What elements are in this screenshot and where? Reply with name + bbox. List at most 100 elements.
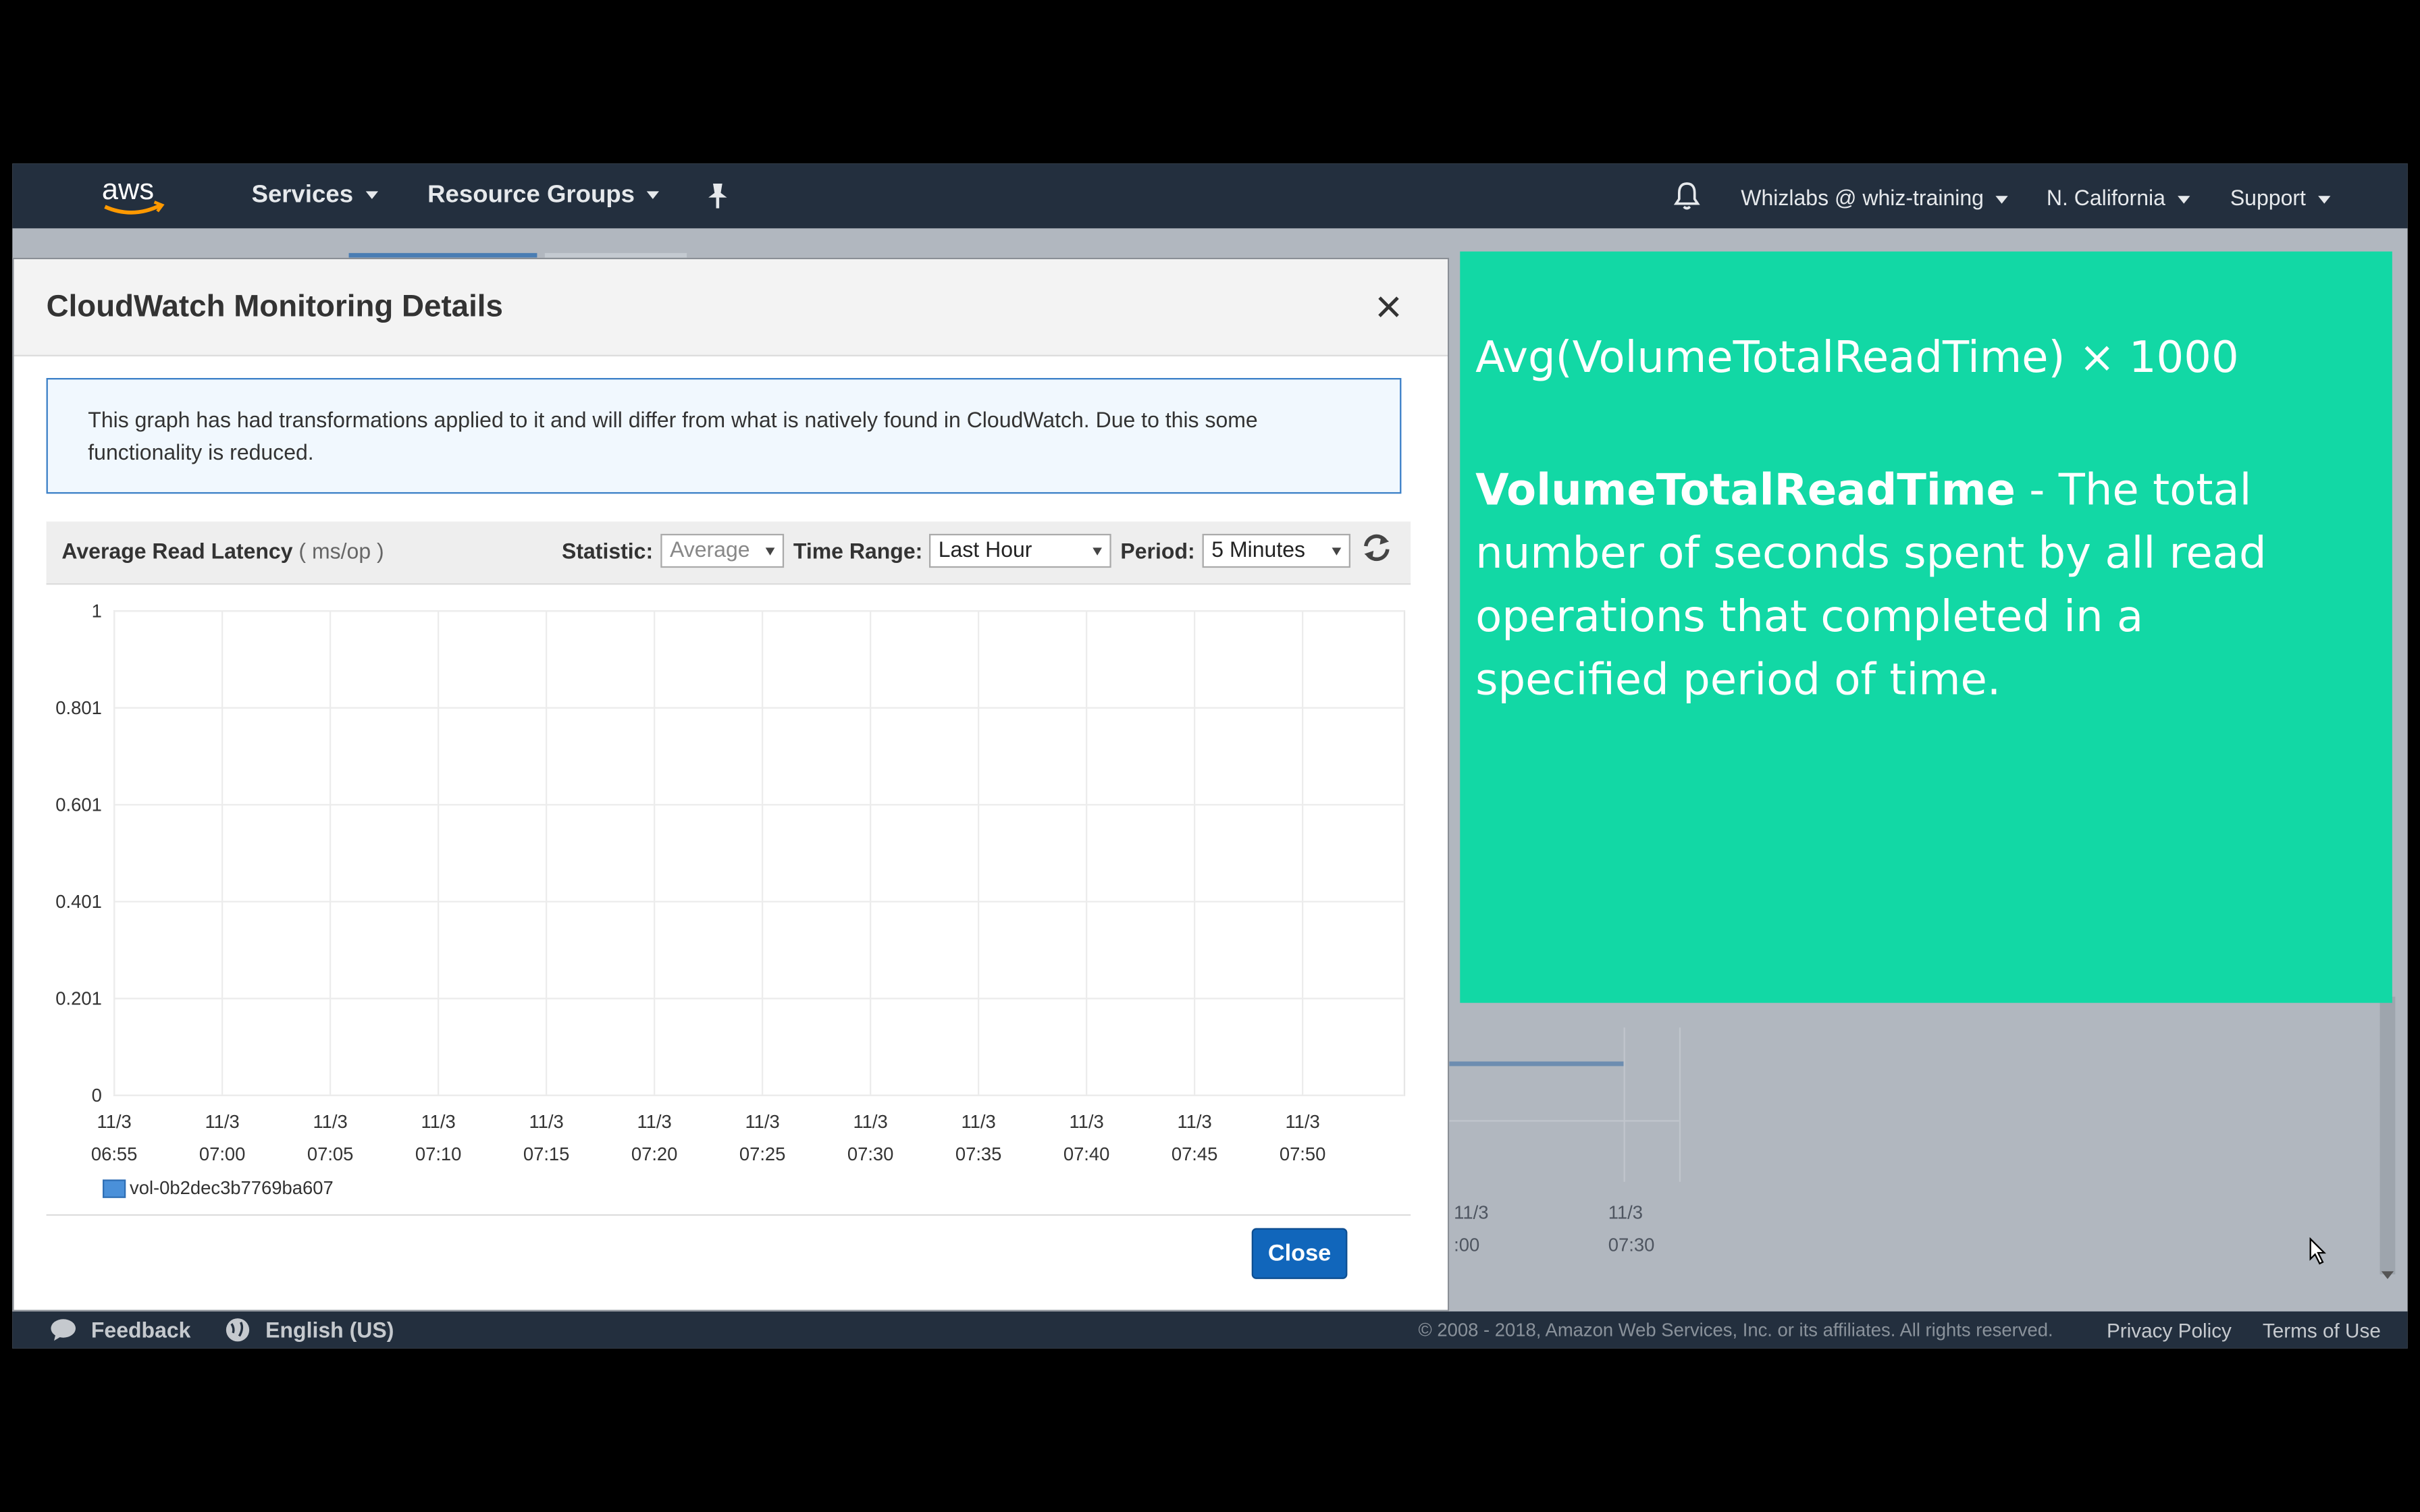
x-tick-label: 07:00 (199, 1143, 246, 1164)
period-select[interactable]: 5 Minutes (1202, 533, 1350, 568)
x-tick-label: 11/3 (1177, 1111, 1211, 1132)
background-tab-indicator (348, 252, 537, 258)
scroll-down-icon[interactable] (2381, 1271, 2394, 1279)
chevron-down-icon (1093, 547, 1102, 556)
background-gridline (1679, 1027, 1681, 1182)
x-tick-label: 11/3 (1285, 1111, 1319, 1132)
background-tab-indicator (544, 252, 687, 258)
screen: aws Services Resource Groups Whizlabs @ … (0, 0, 2420, 1512)
chevron-down-icon (765, 547, 775, 556)
x-tick-label: 11/3 (853, 1111, 887, 1132)
x-tick-label: 07:30 (847, 1143, 894, 1164)
info-alert: This graph has had transformations appli… (46, 377, 1402, 494)
footer-bar: Feedback English (US) © 2008 - 2018, Ama… (12, 1311, 2408, 1349)
resource-groups-label: Resource Groups (427, 182, 635, 209)
top-navigation-bar: aws Services Resource Groups Whizlabs @ … (12, 163, 2408, 229)
metric-formula: Avg(VolumeTotalReadTime) × 1000 (1475, 331, 2239, 383)
chevron-down-icon (647, 192, 660, 200)
support-menu[interactable]: Support (2230, 185, 2331, 210)
modal-title: CloudWatch Monitoring Details (46, 290, 503, 324)
language-selector[interactable]: English (US) (265, 1318, 394, 1343)
x-tick-label: 06:55 (91, 1143, 138, 1164)
background-tick-label: 11/3 07:30 (1608, 1202, 1655, 1256)
x-tick-label: 11/3 (1069, 1111, 1103, 1132)
terms-of-use-link[interactable]: Terms of Use (2263, 1319, 2381, 1342)
pin-icon[interactable] (707, 182, 729, 218)
x-tick-label: 07:35 (955, 1143, 1002, 1164)
metric-description: VolumeTotalReadTime - The total number o… (1475, 458, 2340, 711)
chevron-down-icon (2318, 195, 2331, 204)
privacy-policy-link[interactable]: Privacy Policy (2107, 1319, 2232, 1342)
background-gridline (1447, 1120, 1679, 1122)
resource-groups-menu[interactable]: Resource Groups (427, 182, 660, 210)
x-tick-label: 11/3 (313, 1111, 347, 1132)
chevron-down-icon (1996, 195, 2009, 204)
chevron-down-icon (2178, 195, 2190, 204)
x-tick-label: 11/3 (421, 1111, 455, 1132)
background-chart-line (1447, 1061, 1624, 1066)
y-tick-label: 0.201 (55, 988, 102, 1008)
region-label: N. California (2046, 185, 2165, 210)
legend-swatch (102, 1179, 126, 1198)
x-tick-label: 07:15 (523, 1143, 570, 1164)
statistic-label: Statistic: (561, 538, 654, 564)
chart-toolbar: Average Read Latency ( ms/op ) Statistic… (46, 521, 1411, 585)
x-tick-label: 07:50 (1280, 1143, 1326, 1164)
mouse-cursor-icon (2309, 1237, 2327, 1273)
period-value: 5 Minutes (1211, 537, 1306, 562)
close-button[interactable]: Close (1251, 1228, 1348, 1279)
time-range-value: Last Hour (938, 537, 1032, 562)
bell-icon[interactable] (1673, 180, 1701, 219)
x-tick-label: 07:20 (631, 1143, 678, 1164)
account-menu[interactable]: Whizlabs @ whiz-training (1741, 185, 2009, 210)
chart-unit: ( ms/op ) (298, 538, 384, 564)
background-tick-label: 11/3:00 (1454, 1202, 1489, 1256)
y-tick-label: 0.401 (55, 891, 102, 912)
time-range-select[interactable]: Last Hour (928, 533, 1111, 568)
globe-icon (226, 1318, 251, 1347)
x-tick-label: 11/3 (961, 1111, 995, 1132)
chevron-down-icon (365, 192, 378, 200)
plot-area (113, 610, 1406, 1096)
chevron-down-icon (1332, 547, 1342, 556)
x-tick-label: 07:10 (415, 1143, 462, 1164)
background-gridline (1623, 1027, 1625, 1182)
chart-title-text: Average Read Latency (61, 538, 293, 564)
feedback-icon (49, 1318, 77, 1347)
feedback-link[interactable]: Feedback (91, 1318, 191, 1343)
period-label: Period: (1120, 538, 1195, 564)
copyright-text: © 2008 - 2018, Amazon Web Services, Inc.… (1418, 1319, 2053, 1341)
x-tick-label: 11/3 (97, 1111, 131, 1132)
services-menu[interactable]: Services (252, 182, 378, 210)
svg-text:aws: aws (102, 173, 154, 206)
cloudwatch-details-modal: CloudWatch Monitoring Details × This gra… (12, 257, 1450, 1312)
aws-logo[interactable]: aws (99, 173, 167, 227)
services-label: Services (251, 182, 354, 209)
time-range-label: Time Range: (793, 538, 923, 564)
x-tick-label: 07:25 (739, 1143, 786, 1164)
metric-explanation-overlay: Avg(VolumeTotalReadTime) × 1000 VolumeTo… (1460, 251, 2392, 1003)
y-tick-label: 0.801 (55, 697, 102, 718)
divider (46, 1214, 1411, 1216)
x-tick-label: 11/3 (205, 1111, 239, 1132)
region-menu[interactable]: N. California (2047, 185, 2190, 210)
x-tick-label: 11/3 (745, 1111, 779, 1132)
read-latency-chart: 1 0.801 0.601 0.401 0.201 0 11/3 06:55 11/3 07:00… (55, 601, 1406, 1198)
metric-term: VolumeTotalReadTime (1475, 464, 2016, 516)
close-icon[interactable]: × (1375, 285, 1402, 332)
x-tick-label: 11/3 (529, 1111, 563, 1132)
x-tick-label: 07:40 (1063, 1143, 1110, 1164)
support-label: Support (2230, 185, 2306, 210)
y-tick-label: 0.601 (55, 794, 102, 815)
y-tick-label: 0 (92, 1085, 102, 1106)
legend-label: vol-0b2dec3b7769ba607 (130, 1177, 334, 1198)
scrollbar[interactable] (2379, 996, 2396, 1274)
chart-title: Average Read Latency ( ms/op ) (61, 539, 384, 564)
refresh-icon[interactable] (1360, 531, 1394, 564)
x-tick-label: 11/3 (637, 1111, 671, 1132)
x-tick-label: 07:05 (307, 1143, 354, 1164)
y-tick-label: 1 (92, 601, 102, 621)
account-label: Whizlabs @ whiz-training (1741, 185, 1984, 210)
statistic-select[interactable]: Average (660, 533, 785, 568)
statistic-value: Average (669, 537, 750, 562)
